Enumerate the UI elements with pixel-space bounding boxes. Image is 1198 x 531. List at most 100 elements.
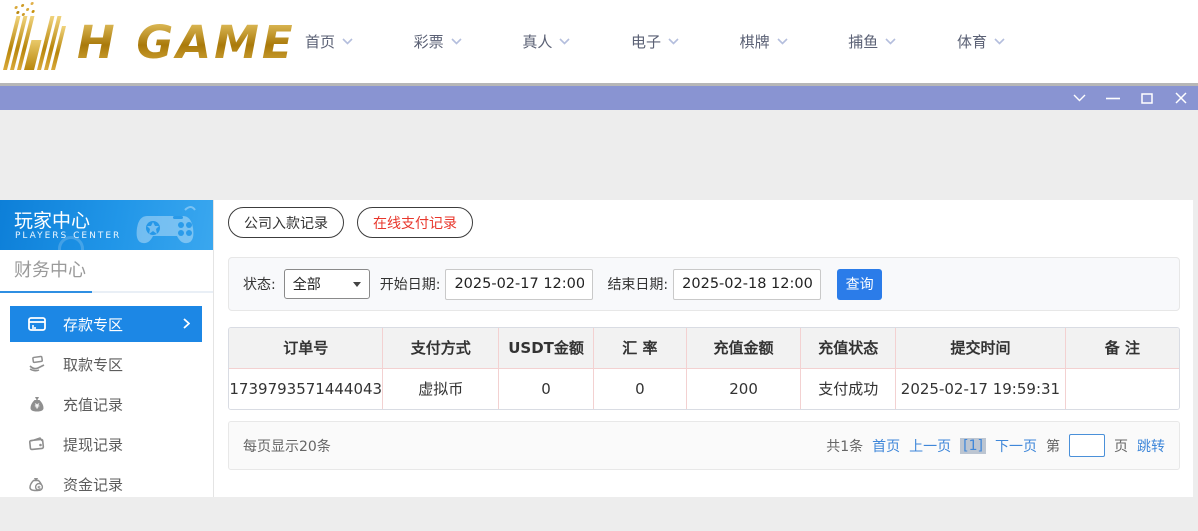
nav-item-label: 首页 <box>305 31 335 52</box>
col-payment-method: 支付方式 <box>383 328 499 368</box>
chevron-down-icon <box>1073 94 1086 102</box>
start-date-label: 开始日期: <box>380 274 441 294</box>
svg-text:$: $ <box>37 485 41 491</box>
jump-prefix-text: 第 <box>1046 436 1060 456</box>
close-button[interactable] <box>1174 91 1188 105</box>
nav-item-live[interactable]: 真人 <box>522 31 570 52</box>
page-size-text: 每页显示20条 <box>243 436 331 456</box>
nav-item-lottery[interactable]: 彩票 <box>414 31 462 52</box>
tab-company-deposit-records[interactable]: 公司入款记录 <box>228 207 344 238</box>
cell-order-number: 1739793571444043 <box>229 368 383 409</box>
chevron-down-icon <box>994 38 1005 45</box>
chevron-down-icon <box>559 38 570 45</box>
sidebar-item-label: 充值记录 <box>63 394 123 415</box>
table-header-row: 订单号 支付方式 USDT金额 汇 率 充值金额 充值状态 提交时间 备 注 <box>229 328 1179 368</box>
total-count-text: 共1条 <box>826 436 863 456</box>
sidebar-item-label: 取款专区 <box>63 354 123 375</box>
nav-item-label: 电子 <box>631 31 661 52</box>
nav-item-cards[interactable]: 棋牌 <box>740 31 788 52</box>
wallet-icon <box>28 435 46 453</box>
sidebar-item-label: 提现记录 <box>63 434 123 455</box>
end-date-label: 结束日期: <box>607 274 668 294</box>
col-exchange-rate: 汇 率 <box>593 328 686 368</box>
svg-text:¥: ¥ <box>35 403 40 411</box>
status-select[interactable]: 全部 <box>284 269 370 299</box>
nav-item-home[interactable]: 首页 <box>305 31 353 52</box>
cell-usdt-amount: 0 <box>499 368 594 409</box>
money-bag-icon: ¥ <box>28 395 46 413</box>
nav-item-label: 捕鱼 <box>848 31 878 52</box>
cell-recharge-status: 支付成功 <box>801 368 896 409</box>
brand-logo[interactable]: H GAME <box>10 10 296 74</box>
sidebar-item-recharge-records[interactable]: ¥ 充值记录 <box>10 386 202 422</box>
nav-item-label: 棋牌 <box>740 31 770 52</box>
logo-text: H GAME <box>77 16 296 69</box>
maximize-icon <box>1141 93 1153 104</box>
maximize-button[interactable] <box>1140 91 1154 105</box>
collapse-button[interactable] <box>1072 91 1086 105</box>
minimize-button[interactable] <box>1106 91 1120 105</box>
status-select-value: 全部 <box>293 274 321 294</box>
pagination-bar: 每页显示20条 共1条 首页 上一页 [1] 下一页 第 页 跳转 <box>228 421 1180 470</box>
cell-payment-method: 虚拟币 <box>383 368 499 409</box>
chevron-right-icon <box>183 315 190 333</box>
nav-item-label: 体育 <box>957 31 987 52</box>
next-page-link[interactable]: 下一页 <box>995 436 1037 456</box>
col-usdt-amount: USDT金额 <box>499 328 594 368</box>
nav-item-sports[interactable]: 体育 <box>957 31 1005 52</box>
nav-item-slots[interactable]: 电子 <box>631 31 679 52</box>
jump-suffix-text: 页 <box>1114 436 1128 456</box>
prev-page-link[interactable]: 上一页 <box>909 436 951 456</box>
col-order-number: 订单号 <box>229 328 383 368</box>
nav-item-fishing[interactable]: 捕鱼 <box>848 31 896 52</box>
col-recharge-amount: 充值金额 <box>686 328 801 368</box>
site-header: H GAME 首页 彩票 真人 电子 棋牌 <box>0 0 1198 83</box>
players-center-title: 玩家中心 <box>14 206 90 233</box>
sidebar-item-label: 资金记录 <box>63 474 123 495</box>
jump-go-link[interactable]: 跳转 <box>1137 436 1165 456</box>
query-button[interactable]: 查询 <box>837 269 882 300</box>
gamepad-icon <box>133 202 207 250</box>
end-date-input[interactable] <box>673 269 821 300</box>
sidebar-item-deposit[interactable]: 存款专区 <box>10 306 202 342</box>
records-table: 订单号 支付方式 USDT金额 汇 率 充值金额 充值状态 提交时间 备 注 1… <box>228 327 1180 410</box>
nav-item-label: 彩票 <box>414 31 444 52</box>
nav-item-label: 真人 <box>522 31 552 52</box>
window-controls <box>1072 86 1188 110</box>
status-label: 状态: <box>243 274 276 294</box>
cell-recharge-amount: 200 <box>686 368 801 409</box>
hand-money-icon <box>28 355 46 373</box>
jump-page-input[interactable] <box>1069 434 1105 457</box>
close-icon <box>1175 92 1187 104</box>
finance-center-heading: 财务中心 <box>14 256 86 282</box>
coin-bag-icon: $ <box>28 475 46 493</box>
chevron-down-icon <box>668 38 679 45</box>
sidebar-divider <box>213 200 214 497</box>
logo-bars-decoration <box>3 14 76 70</box>
pager: 共1条 首页 上一页 [1] 下一页 第 页 跳转 <box>826 434 1165 457</box>
select-caret-icon <box>353 282 361 287</box>
cell-remark <box>1065 368 1179 409</box>
tab-online-payment-records[interactable]: 在线支付记录 <box>357 207 473 238</box>
deposit-card-icon <box>28 315 46 333</box>
col-submit-time: 提交时间 <box>896 328 1066 368</box>
col-remark: 备 注 <box>1065 328 1179 368</box>
col-recharge-status: 充值状态 <box>801 328 896 368</box>
chevron-down-icon <box>451 38 462 45</box>
sidebar-item-funds-records[interactable]: $ 资金记录 <box>10 466 202 502</box>
chevron-down-icon <box>342 38 353 45</box>
filter-bar: 状态: 全部 开始日期: 结束日期: 查询 <box>228 257 1180 311</box>
players-center-banner: 玩家中心 PLAYERS CENTER <box>0 200 213 250</box>
table-row: 1739793571444043 虚拟币 0 0 200 支付成功 2025-0… <box>229 368 1179 409</box>
logo-dots-decoration <box>14 6 18 9</box>
start-date-input[interactable] <box>445 269 593 300</box>
cell-exchange-rate: 0 <box>593 368 686 409</box>
chevron-down-icon <box>885 38 896 45</box>
sidebar-item-withdraw[interactable]: 取款专区 <box>10 346 202 382</box>
first-page-link[interactable]: 首页 <box>872 436 900 456</box>
sidebar-item-withdrawal-records[interactable]: 提现记录 <box>10 426 202 462</box>
chevron-down-icon <box>777 38 788 45</box>
section-underline-accent <box>0 291 92 293</box>
cell-submit-time: 2025-02-17 19:59:31 <box>896 368 1066 409</box>
content-panel: 玩家中心 PLAYERS CENTER 财务中心 存款专区 <box>0 200 1193 497</box>
